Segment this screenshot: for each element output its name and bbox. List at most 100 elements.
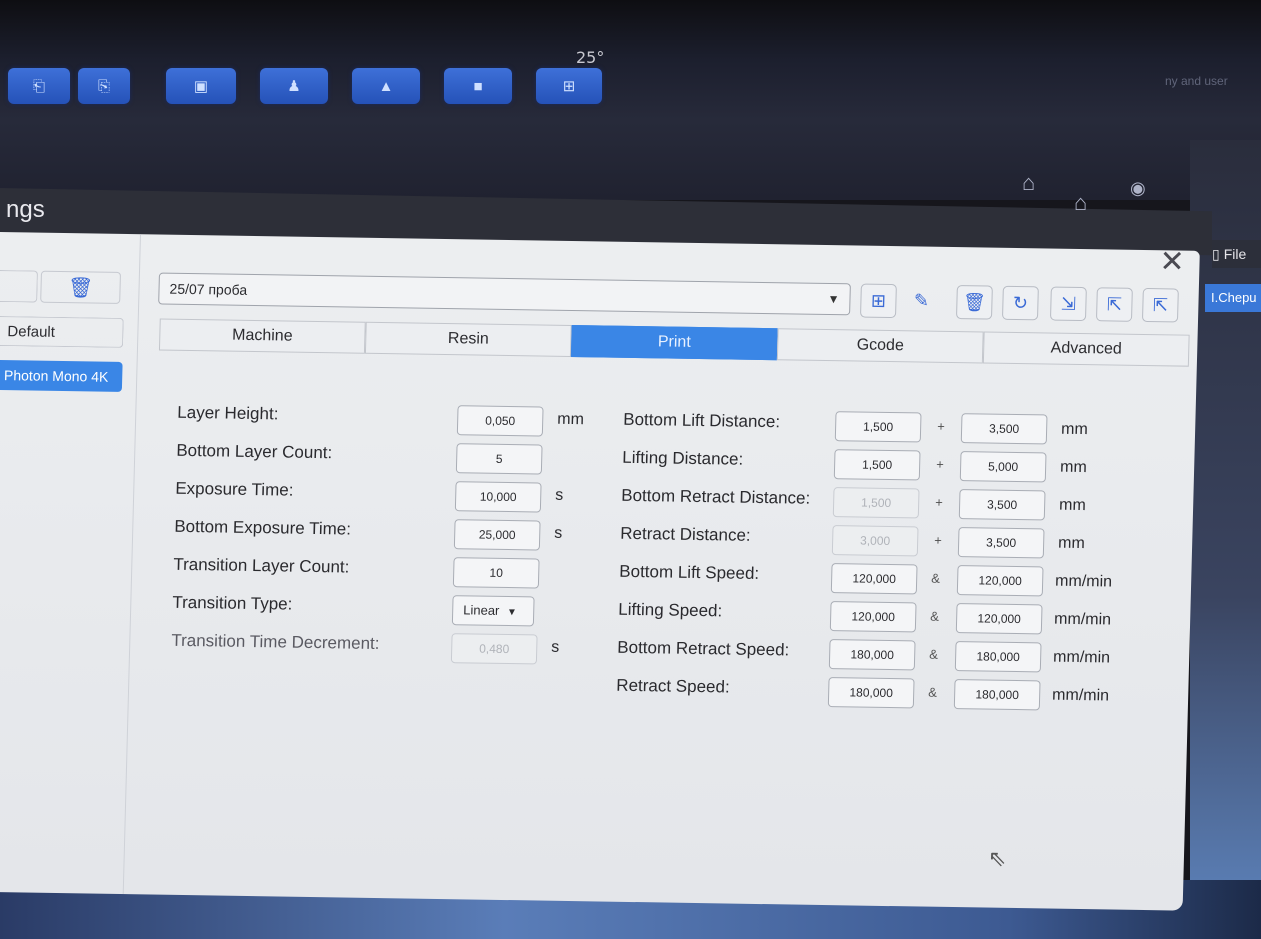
transition-type-select[interactable]: Linear ▼ <box>451 595 535 627</box>
export-profile-button[interactable]: ⇱ <box>1095 287 1133 322</box>
lifting-speed-unit: mm/min <box>1053 610 1112 629</box>
profile-select-value: 25/07 проба <box>169 280 248 298</box>
bottom-lift-speed-input-2[interactable]: 120,000 <box>956 565 1044 597</box>
ampersand-separator: & <box>930 608 940 624</box>
retract-speed-input-2[interactable]: 180,000 <box>953 679 1041 711</box>
side-file-tab[interactable]: ▯ File <box>1212 240 1261 268</box>
transition-layer-count-label: Transition Layer Count: <box>173 554 350 577</box>
bottom-lift-speed-input-1[interactable]: 120,000 <box>830 563 918 595</box>
import-icon: ⇲ <box>1060 293 1077 314</box>
toolbar-supports-icon[interactable]: ♟ <box>260 68 328 104</box>
bottom-retract-distance-label: Bottom Retract Distance: <box>621 485 811 508</box>
lifting-speed-input-2[interactable]: 120,000 <box>955 603 1043 635</box>
ampersand-separator: & <box>931 570 941 586</box>
export-icon: ⇱ <box>1106 293 1123 315</box>
toolbar-open-icon[interactable]: ⎗ <box>8 68 70 104</box>
retract-speed-unit: mm/min <box>1051 686 1110 705</box>
exposure-time-input[interactable]: 10,000 <box>454 481 542 513</box>
bottom-exposure-time-input[interactable]: 25,000 <box>453 519 541 551</box>
exposure-time-unit: s <box>555 486 564 504</box>
add-file-icon: ⊞ <box>870 290 887 311</box>
tab-resin[interactable]: Resin <box>364 321 572 357</box>
close-icon[interactable]: ✕ <box>1159 244 1185 279</box>
transition-type-label: Transition Type: <box>172 592 293 614</box>
toolbar-export-icon[interactable]: ⎘ <box>78 68 130 104</box>
exposure-time-label: Exposure Time: <box>175 478 294 500</box>
lifting-speed-input-1[interactable]: 120,000 <box>829 601 917 633</box>
bottom-retract-distance-input-1[interactable]: 1,500 <box>832 487 920 519</box>
retract-speed-label: Retract Speed: <box>616 675 730 697</box>
mouse-cursor-icon: ⇖ <box>987 845 1007 871</box>
bottom-retract-distance-input-2[interactable]: 3,500 <box>958 489 1046 521</box>
transition-time-decrement-input[interactable]: 0,480 <box>450 633 538 665</box>
layer-height-unit: mm <box>557 410 585 429</box>
layer-height-input[interactable]: 0,050 <box>456 405 544 437</box>
refresh-icon: ↻ <box>1012 292 1029 313</box>
chevron-down-icon: ▼ <box>506 607 517 619</box>
bottom-lift-distance-input-1[interactable]: 1,500 <box>834 411 922 443</box>
plus-separator: + <box>934 494 943 510</box>
tab-advanced[interactable]: Advanced <box>982 331 1190 367</box>
temperature-readout: 25° <box>576 48 605 67</box>
bottom-lift-distance-input-2[interactable]: 3,500 <box>960 413 1048 445</box>
window-title: ngs <box>6 196 45 223</box>
ampersand-separator: & <box>929 646 939 662</box>
bottom-lift-distance-label: Bottom Lift Distance: <box>623 409 781 432</box>
bottom-lift-speed-label: Bottom Lift Speed: <box>619 561 760 583</box>
chevron-down-icon: ▼ <box>827 292 840 307</box>
bottom-lift-distance-unit: mm <box>1060 420 1089 439</box>
profile-select[interactable]: 25/07 проба ▼ <box>158 272 851 316</box>
bottom-retract-speed-input-1[interactable]: 180,000 <box>828 639 916 671</box>
bottom-layer-count-input[interactable]: 5 <box>455 443 543 475</box>
retract-distance-unit: mm <box>1057 534 1086 553</box>
top-right-label: ny and user <box>1165 74 1228 88</box>
lifting-distance-unit: mm <box>1059 458 1088 477</box>
settings-dialog: ✕ 🗑 Default : Photon Mono 4K 25/07 проба… <box>0 232 1200 911</box>
trash-icon: 🗑 <box>67 276 94 299</box>
home-icon[interactable]: ⌂ <box>1022 170 1035 196</box>
retract-distance-input-1[interactable]: 3,000 <box>831 525 919 557</box>
printer-list-panel: 🗑 Default : Photon Mono 4K <box>0 232 141 895</box>
delete-printer-button[interactable]: 🗑 <box>40 270 121 304</box>
share-profile-button[interactable]: ⇱ <box>1141 287 1179 323</box>
tab-gcode[interactable]: Gcode <box>776 328 984 364</box>
toolbar-print-icon[interactable]: ⊞ <box>536 68 602 104</box>
pencil-icon: ✎ <box>913 289 930 311</box>
delete-profile-button[interactable]: 🗑 <box>955 285 993 320</box>
retract-distance-label: Retract Distance: <box>620 523 751 545</box>
bottom-retract-speed-input-2[interactable]: 180,000 <box>954 641 1042 673</box>
lifting-speed-label: Lifting Speed: <box>618 599 723 621</box>
retract-distance-input-2[interactable]: 3,500 <box>957 527 1045 559</box>
retract-speed-input-1[interactable]: 180,000 <box>827 677 915 709</box>
lifting-distance-input-2[interactable]: 5,000 <box>959 451 1047 483</box>
toolbar-slice-icon[interactable]: ■ <box>444 68 512 104</box>
side-user-item[interactable]: I.Chepu <box>1205 284 1261 312</box>
trash-icon: 🗑 <box>962 291 987 312</box>
toolbar-layers-icon[interactable]: ▣ <box>166 68 236 104</box>
add-printer-button[interactable] <box>0 269 39 303</box>
plus-separator: + <box>936 418 945 434</box>
toolbar-model-icon[interactable]: ▲ <box>352 68 420 104</box>
home-outline-icon[interactable]: ⌂ <box>1074 190 1087 216</box>
lifting-distance-label: Lifting Distance: <box>622 447 744 469</box>
bottom-retract-speed-unit: mm/min <box>1052 648 1111 667</box>
transition-type-value: Linear <box>463 602 500 618</box>
import-profile-button[interactable]: ⇲ <box>1049 286 1087 322</box>
eye-icon[interactable]: ◉ <box>1130 178 1146 199</box>
bottom-exposure-time-label: Bottom Exposure Time: <box>174 516 352 539</box>
bottom-retract-speed-label: Bottom Retract Speed: <box>617 637 790 660</box>
edit-profile-button[interactable]: ✎ <box>904 284 939 317</box>
new-profile-button[interactable]: ⊞ <box>860 283 897 319</box>
transition-layer-count-input[interactable]: 10 <box>452 557 540 589</box>
ampersand-separator: & <box>928 684 938 700</box>
printer-default-item[interactable]: Default <box>0 315 124 348</box>
layer-height-label: Layer Height: <box>177 402 279 424</box>
transition-time-decrement-label: Transition Time Decrement: <box>171 630 380 654</box>
plus-separator: + <box>935 456 944 472</box>
refresh-profile-button[interactable]: ↻ <box>1001 285 1039 321</box>
tab-machine[interactable]: Machine <box>158 318 366 354</box>
tab-print[interactable]: Print <box>570 324 778 361</box>
bottom-layer-count-label: Bottom Layer Count: <box>176 440 333 463</box>
printer-selected-item[interactable]: : Photon Mono 4K <box>0 359 123 392</box>
lifting-distance-input-1[interactable]: 1,500 <box>833 449 921 481</box>
